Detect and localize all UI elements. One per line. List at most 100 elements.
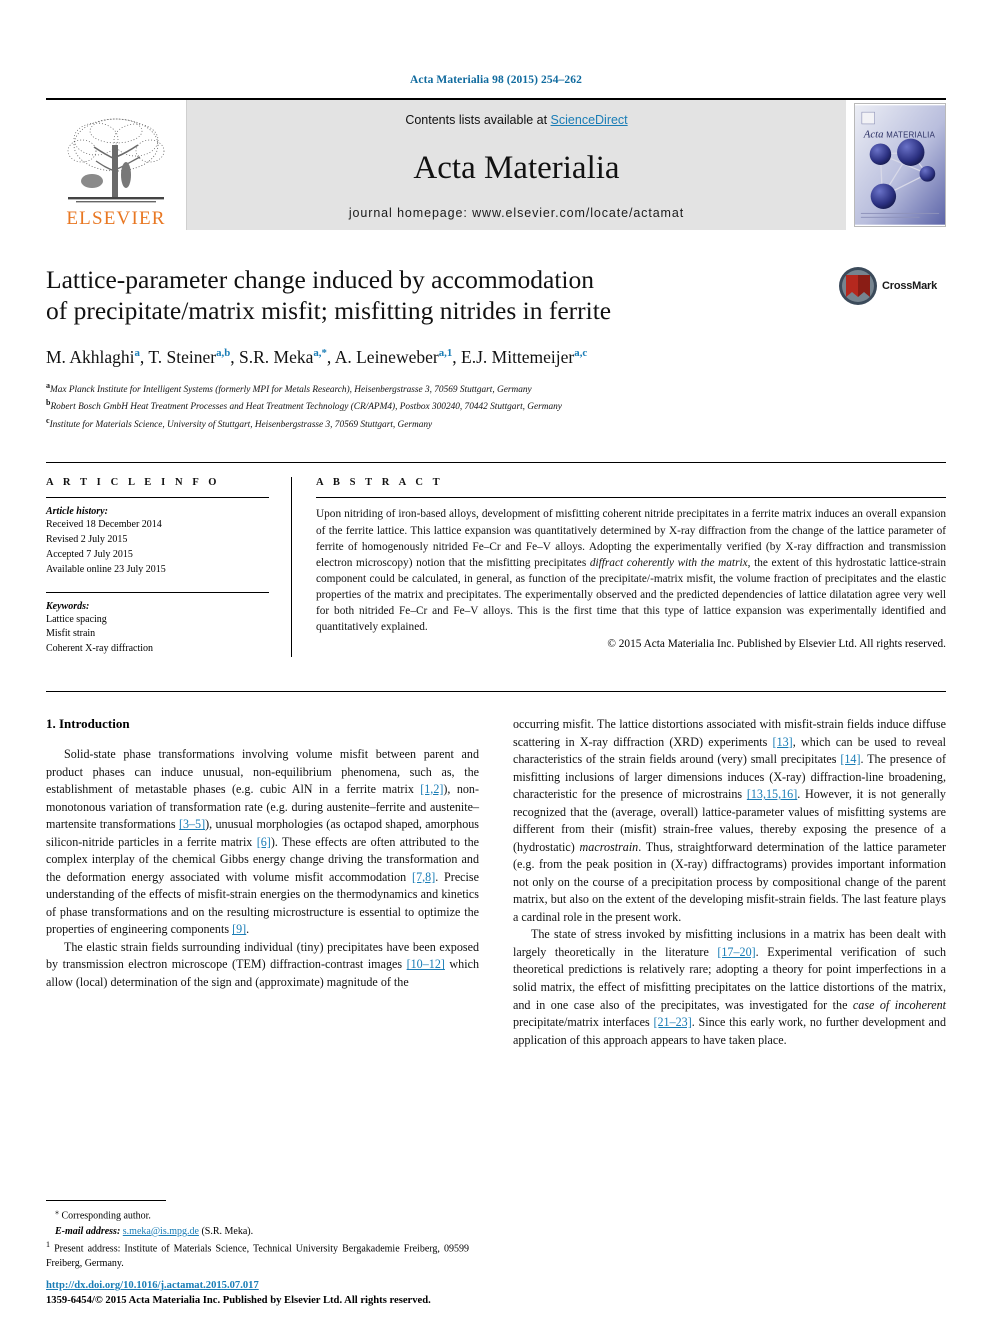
journal-title: Acta Materialia <box>413 150 620 186</box>
contents-panel: Contents lists available at ScienceDirec… <box>186 100 846 230</box>
article-body: 1. Introduction Solid-state phase transf… <box>46 691 946 1049</box>
history-item: Revised 2 July 2015 <box>46 534 128 546</box>
present-address-text: Present address: Institute of Materials … <box>46 1243 469 1269</box>
author-name[interactable]: E.J. Mittemeijer <box>461 347 574 367</box>
cover-image: Acta MATERIALIA <box>854 103 946 227</box>
citation-link[interactable]: [10–12] <box>407 957 445 971</box>
affiliation-text: Institute for Materials Science, Univers… <box>49 420 433 431</box>
elsevier-wordmark: ELSEVIER <box>66 208 166 229</box>
corresponding-author-mark: ⁎ <box>55 1207 59 1217</box>
footnote-rule <box>46 1200 166 1202</box>
body-paragraph: The elastic strain fields surrounding in… <box>46 939 479 989</box>
svg-text:Acta: Acta <box>863 129 884 141</box>
article-info-column: A R T I C L E I N F O Article history: R… <box>46 477 292 658</box>
author-affiliation-mark: a,b <box>216 347 231 360</box>
emphasis-text: case of incoherent <box>852 997 946 1012</box>
history-item: Available online 23 July 2015 <box>46 563 166 575</box>
sciencedirect-link[interactable]: ScienceDirect <box>551 113 628 127</box>
abstract-text: Upon nitriding of iron-based alloys, dev… <box>316 506 946 635</box>
affiliation-list: aMax Planck Institute for Intelligent Sy… <box>46 380 946 433</box>
keyword-item: Coherent X-ray diffraction <box>46 643 153 655</box>
running-head: Acta Materialia 98 (2015) 254–262 <box>410 74 582 86</box>
affiliation-item: bRobert Bosch GmbH Heat Treatment Proces… <box>46 397 946 415</box>
doi-link[interactable]: http://dx.doi.org/10.1016/j.actamat.2015… <box>46 1279 546 1294</box>
affiliation-item: aMax Planck Institute for Intelligent Sy… <box>46 380 946 398</box>
journal-cover-thumbnail[interactable]: Acta MATERIALIA <box>846 100 946 230</box>
email-address-label: E-mail address: <box>55 1225 121 1237</box>
paper-title-line-1: Lattice-parameter change induced by acco… <box>46 265 594 294</box>
abstract-rule <box>316 497 946 499</box>
abstract-copyright: © 2015 Acta Materialia Inc. Published by… <box>607 637 946 650</box>
citation-link[interactable]: [3–5] <box>179 817 205 831</box>
citation-link[interactable]: [13,15,16] <box>747 787 797 801</box>
crossmark-label: CrossMark <box>882 280 938 292</box>
crossmark-icon <box>839 267 877 305</box>
body-column-left: 1. Introduction Solid-state phase transf… <box>46 716 479 1049</box>
info-abstract-band: A R T I C L E I N F O Article history: R… <box>46 462 946 658</box>
author-name[interactable]: M. Akhlaghi <box>46 347 134 367</box>
email-owner: (S.R. Meka). <box>201 1225 254 1237</box>
contents-available-line: Contents lists available at ScienceDirec… <box>405 113 627 127</box>
citation-link[interactable]: [14] <box>840 752 860 766</box>
present-address-mark: 1 <box>46 1239 50 1249</box>
article-info-heading: A R T I C L E I N F O <box>46 477 221 489</box>
page-title: Lattice-parameter change induced by acco… <box>46 264 746 326</box>
title-block: Lattice-parameter change induced by acco… <box>46 264 946 432</box>
affiliation-text: Robert Bosch GmbH Heat Treatment Process… <box>50 402 562 413</box>
body-paragraph: occurring misfit. The lattice distortion… <box>513 717 946 924</box>
article-history-list: Received 18 December 2014 Revised 2 July… <box>46 518 269 577</box>
contents-prefix: Contents lists available at <box>405 113 551 127</box>
citation-link[interactable]: [9] <box>232 922 246 936</box>
author-affiliation-mark: a,c <box>574 347 588 360</box>
footnote-present-address: 1 Present address: Institute of Material… <box>46 1239 469 1271</box>
crossmark-badge-group[interactable]: CrossMark <box>838 266 946 306</box>
author-name[interactable]: S.R. Meka <box>239 347 313 367</box>
corresponding-author-text: Corresponding author. <box>61 1210 151 1222</box>
author-list: M. Akhlaghia, T. Steinera,b, S.R. Mekaa,… <box>46 347 588 368</box>
author-affiliation-mark: a,* <box>313 347 327 360</box>
footnote-email: E-mail address: s.meka@is.mpg.de (S.R. M… <box>46 1224 469 1239</box>
emphasis-text: macrostrain <box>579 839 639 854</box>
article-info-rule <box>46 497 269 499</box>
citation-link[interactable]: [1,2] <box>420 782 443 796</box>
email-address-link[interactable]: s.meka@is.mpg.de <box>123 1226 199 1237</box>
article-history-label: Article history: <box>46 506 108 518</box>
keywords-block: Keywords: Lattice spacing Misfit strain … <box>46 601 269 657</box>
citation-link[interactable]: [21–23] <box>653 1015 691 1029</box>
section-heading-introduction: 1. Introduction <box>46 716 130 732</box>
footnote-block: ⁎ Corresponding author. E-mail address: … <box>46 1200 469 1271</box>
svg-text:MATERIALIA: MATERIALIA <box>886 131 935 140</box>
journal-masthead: ELSEVIER Contents lists available at Sci… <box>46 98 946 230</box>
citation-link[interactable]: [7,8] <box>412 870 435 884</box>
left-column-paragraphs: Solid-state phase transformations involv… <box>46 746 479 991</box>
abstract-italic-phrase: diffract coherently with the matrix <box>589 556 748 569</box>
author-name[interactable]: T. Steiner <box>148 347 216 367</box>
affiliation-item: cInstitute for Materials Science, Univer… <box>46 415 946 433</box>
keyword-item: Misfit strain <box>46 628 96 640</box>
elsevier-tree-icon <box>67 118 165 203</box>
citation-link[interactable]: [17–20] <box>717 945 755 959</box>
paper-title-line-2: of precipitate/matrix misfit; misfitting… <box>46 296 612 326</box>
author-name[interactable]: A. Leineweber <box>335 347 439 367</box>
keywords-rule <box>46 591 269 593</box>
citation-link[interactable]: [13] <box>773 735 793 749</box>
citation-link[interactable]: [6] <box>257 835 271 849</box>
footer-identifiers: http://dx.doi.org/10.1016/j.actamat.2015… <box>46 1279 546 1309</box>
journal-article-page: Acta Materialia 98 (2015) 254–262 ELSEVI… <box>0 0 992 1323</box>
body-paragraph: Solid-state phase transformations involv… <box>46 747 480 937</box>
affiliation-text: Max Planck Institute for Intelligent Sys… <box>50 385 532 396</box>
footnote-corresponding-author: ⁎ Corresponding author. <box>46 1206 469 1223</box>
keyword-item: Lattice spacing <box>46 613 107 625</box>
right-column-paragraphs: occurring misfit. The lattice distortion… <box>513 716 946 1049</box>
abstract-column: A B S T R A C T Upon nitriding of iron-b… <box>292 477 946 657</box>
history-item: Accepted 7 July 2015 <box>46 549 133 561</box>
body-paragraph: The state of stress invoked by misfittin… <box>513 927 946 1047</box>
abstract-heading: A B S T R A C T <box>316 477 444 489</box>
author-affiliation-mark: a,1 <box>438 347 453 360</box>
journal-homepage[interactable]: journal homepage: www.elsevier.com/locat… <box>349 206 684 220</box>
elsevier-logo: ELSEVIER <box>46 100 186 230</box>
history-item: Received 18 December 2014 <box>46 519 162 531</box>
keywords-label: Keywords: <box>46 600 90 612</box>
author-affiliation-mark: a <box>134 347 140 360</box>
